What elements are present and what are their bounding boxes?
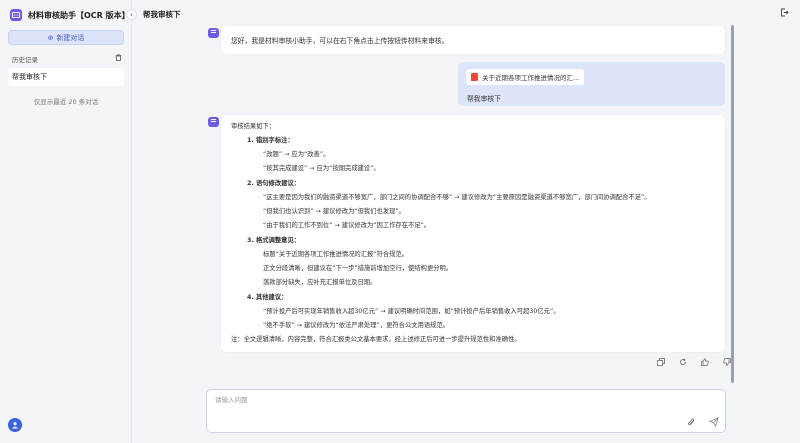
section-title: 2. 语句修改建议： — [247, 180, 301, 187]
user-avatar-icon[interactable] — [8, 418, 22, 432]
review-line: “绝不手软” → 建议修改为“依法严肃处理”，更符合公文用语规范。 — [263, 322, 450, 329]
app-title: 材料审核助手【OCR 版本】 — [28, 10, 130, 20]
scrollbar[interactable] — [731, 25, 734, 383]
review-line: “按其完成建设” → 应为“按期完成建设”。 — [263, 165, 380, 172]
user-message: 关于近期各项工作推进情况的汇... 帮我审核下 — [458, 62, 725, 106]
review-note: 注：全文逻辑清晰，内容完整，符合汇报类公文基本要求，经上述修正后可进一步提升规范… — [231, 336, 521, 343]
chat-input-box — [206, 389, 726, 433]
chat-input[interactable] — [215, 396, 515, 404]
bot-avatar-icon — [208, 28, 219, 38]
new-chat-label: 新建对话 — [56, 33, 85, 42]
chevron-left-icon[interactable]: ‹ — [126, 9, 137, 20]
review-line: 正文分段清晰，但建议在“下一步”措施前增加空行，使结构更分明。 — [263, 265, 453, 272]
pdf-icon — [471, 73, 478, 81]
trash-icon[interactable] — [115, 54, 122, 64]
thumbs-up-icon[interactable] — [701, 358, 709, 368]
review-line: “由于我们的工作不到位” → 建议修改为“因工作存在不足”。 — [263, 222, 431, 229]
greeting-text: 您好，我是材料审核小助手，可以在右下角点击上传按钮传材料来审核。 — [231, 37, 449, 45]
history-note: 仅显示最近 20 条对话 — [33, 98, 99, 106]
history-header: 历史记录 — [12, 54, 122, 64]
exit-icon[interactable] — [780, 8, 789, 19]
review-line: “预计投产后可实现年销售收入超30亿元” → 建议明确时间范围，如“预计投产后年… — [263, 308, 560, 315]
section-title: 1. 错别字标注： — [247, 137, 294, 144]
review-line: “改题” → 应为“改善”。 — [263, 151, 330, 158]
bot-message: 您好，我是材料审核小助手，可以在右下角点击上传按钮传材料来审核。 — [221, 26, 725, 54]
plus-circle-icon: ⊕ — [47, 33, 54, 42]
review-line: “这主要是因为我们的融资渠道不够宽广，部门之间的协调配合不够” → 建议修改为“… — [263, 194, 651, 201]
review-line: “但我们也认识到” → 建议修改为“但我们也发现”。 — [263, 208, 405, 215]
sidebar: 材料审核助手【OCR 版本】 ⊕ 新建对话 历史记录 帮我审核下 仅显示最近 2… — [0, 0, 132, 443]
file-name: 关于近期各项工作推进情况的汇... — [482, 74, 580, 82]
section-title: 4. 其他建议： — [247, 294, 288, 301]
refresh-icon[interactable] — [679, 358, 687, 368]
thumbs-down-icon[interactable] — [723, 358, 731, 368]
bot-avatar-icon — [208, 117, 219, 127]
history-item[interactable]: 帮我审核下 — [8, 68, 124, 86]
history-label: 历史记录 — [12, 56, 38, 64]
section-title: 3. 格式调整意见： — [247, 237, 301, 244]
chat-bot-icon — [10, 9, 22, 21]
copy-icon[interactable] — [657, 358, 665, 368]
send-icon[interactable] — [708, 417, 719, 429]
review-intro: 审核结果如下： — [231, 123, 276, 130]
review-line: 落款部分缺失，应补充汇报单位及日期。 — [263, 279, 377, 286]
paperclip-icon[interactable] — [687, 418, 696, 429]
page-title: 帮我审核下 — [143, 10, 181, 19]
attached-file[interactable]: 关于近期各项工作推进情况的汇... — [466, 69, 585, 85]
user-text: 帮我审核下 — [467, 95, 501, 103]
message-actions — [657, 358, 731, 368]
brand: 材料审核助手【OCR 版本】 — [10, 9, 130, 21]
review-message: 审核结果如下： 1. 错别字标注： “改题” → 应为“改善”。 “按其完成建设… — [221, 115, 725, 352]
new-chat-button[interactable]: ⊕ 新建对话 — [8, 30, 124, 45]
review-line: 标题“关于近期各项工作推进情况的汇报”符合规范。 — [263, 251, 409, 258]
